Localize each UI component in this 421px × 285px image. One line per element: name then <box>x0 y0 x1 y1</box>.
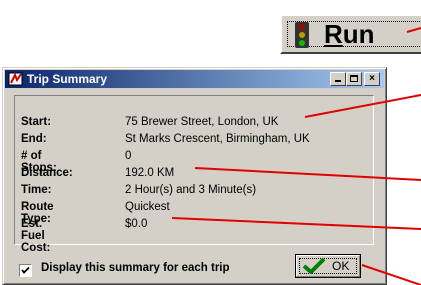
ok-button[interactable]: OK <box>295 254 361 278</box>
green-check-icon <box>302 257 326 274</box>
maximize-icon <box>350 75 358 82</box>
time-value: 2 Hour(s) and 3 Minute(s) <box>125 184 257 196</box>
start-value: 75 Brewer Street, London, UK <box>125 116 279 128</box>
ok-label: OK <box>332 259 350 273</box>
distance-label: Distance: <box>21 167 73 179</box>
run-button[interactable]: Run <box>280 14 421 54</box>
checkmark-icon <box>21 266 30 274</box>
fuel-cost-label: Est. Fuel Cost: <box>21 218 51 254</box>
window-title: Trip Summary <box>27 72 108 86</box>
distance-value: 192.0 KM <box>125 167 175 179</box>
run-label: Run <box>324 19 375 49</box>
start-label: Start: <box>21 116 52 128</box>
stops-value: 0 <box>125 150 132 162</box>
display-summary-label[interactable]: Display this summary for each trip <box>41 262 230 274</box>
minimize-icon <box>335 80 341 82</box>
trip-summary-window: Trip Summary × Start: 75 Brewer Street, … <box>2 67 387 285</box>
close-button[interactable]: × <box>364 72 380 86</box>
display-summary-checkbox[interactable] <box>19 264 32 277</box>
route-type-value: Quickest <box>125 201 170 213</box>
end-value: St Marks Crescent, Birmingham, UK <box>125 133 310 145</box>
time-label: Time: <box>21 184 52 196</box>
title-bar[interactable]: Trip Summary × <box>5 70 384 88</box>
close-icon: × <box>369 73 375 84</box>
fuel-cost-value: $0.0 <box>125 218 148 230</box>
maximize-button[interactable] <box>346 72 362 86</box>
trip-summary-icon <box>8 72 23 86</box>
end-label: End: <box>21 133 47 145</box>
minimize-button[interactable] <box>330 72 346 86</box>
traffic-light-icon <box>295 22 309 48</box>
